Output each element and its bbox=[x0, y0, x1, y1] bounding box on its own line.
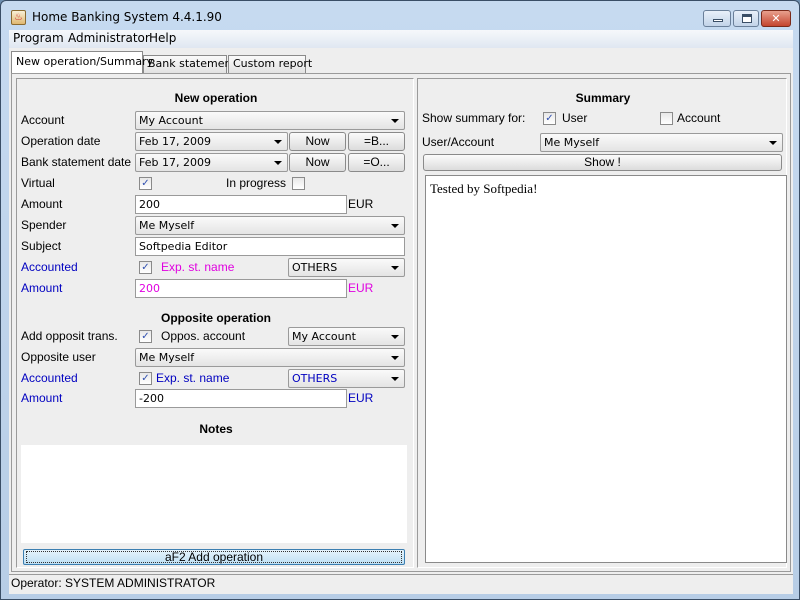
amount-input[interactable]: 200 bbox=[135, 195, 347, 214]
status-bar: Operator: SYSTEM ADMINISTRATOR bbox=[9, 574, 793, 592]
bank-statement-date-now-button[interactable]: Now bbox=[289, 153, 346, 172]
add-opposit-checkbox[interactable]: ✓ bbox=[139, 330, 152, 343]
chevron-down-icon bbox=[769, 141, 777, 145]
title-bar[interactable]: ♨ Home Banking System 4.4.1.90 ✕ bbox=[1, 1, 799, 31]
accounted-amount-label: Amount bbox=[21, 281, 63, 295]
virtual-label: Virtual bbox=[21, 176, 55, 190]
virtual-checkbox[interactable]: ✓ bbox=[139, 177, 152, 190]
app-window: ♨ Home Banking System 4.4.1.90 ✕ Program… bbox=[0, 0, 800, 600]
operation-date-label: Operation date bbox=[21, 134, 101, 148]
java-app-icon: ♨ bbox=[11, 10, 26, 25]
tab-new-operation-summary[interactable]: New operation/Summary bbox=[11, 51, 153, 73]
opposite-user-label: Opposite user bbox=[21, 350, 96, 364]
operation-date-now-button[interactable]: Now bbox=[289, 132, 346, 151]
minimize-button[interactable] bbox=[703, 10, 731, 27]
user-account-value: Me Myself bbox=[544, 136, 600, 149]
new-operation-title: New operation bbox=[174, 91, 258, 105]
opposite-amount-label: Amount bbox=[21, 391, 63, 405]
account-value: My Account bbox=[139, 114, 203, 127]
chevron-down-icon bbox=[391, 266, 399, 270]
accounted-label: Accounted bbox=[21, 260, 78, 274]
menu-administrator[interactable]: Administrator bbox=[64, 31, 154, 45]
exp-st-name-combo[interactable]: OTHERS bbox=[288, 258, 405, 277]
subject-label: Subject bbox=[21, 239, 62, 253]
accounted-amount-currency: EUR bbox=[348, 281, 374, 295]
maximize-icon bbox=[742, 14, 752, 23]
minimize-icon bbox=[713, 19, 723, 22]
show-button[interactable]: Show ! bbox=[423, 154, 782, 171]
menu-help[interactable]: Help bbox=[145, 31, 180, 45]
window-title: Home Banking System 4.4.1.90 bbox=[32, 10, 222, 24]
accounted-checkbox[interactable]: ✓ bbox=[139, 261, 152, 274]
close-button[interactable]: ✕ bbox=[761, 10, 791, 27]
chevron-down-icon bbox=[391, 119, 399, 123]
chevron-down-icon bbox=[391, 377, 399, 381]
opposite-exp-st-name-combo[interactable]: OTHERS bbox=[288, 369, 405, 388]
account-combo[interactable]: My Account bbox=[135, 111, 405, 130]
account-label: Account bbox=[21, 113, 65, 127]
spender-combo[interactable]: Me Myself bbox=[135, 216, 405, 235]
opposite-user-combo[interactable]: Me Myself bbox=[135, 348, 405, 367]
oppos-account-label: Oppos. account bbox=[161, 329, 246, 343]
oppos-account-combo[interactable]: My Account bbox=[288, 327, 405, 346]
summary-panel: Summary Show summary for: ✓ User Account… bbox=[417, 78, 787, 568]
opposite-exp-st-name-label: Exp. st. name bbox=[156, 371, 230, 385]
account-label: Account bbox=[677, 111, 721, 125]
notes-textarea[interactable] bbox=[21, 445, 407, 543]
opposite-accounted-label: Accounted bbox=[21, 371, 78, 385]
summary-output: Tested by Softpedia! bbox=[425, 175, 787, 563]
summary-title: Summary bbox=[575, 91, 631, 105]
notes-title: Notes bbox=[199, 422, 233, 436]
subject-input[interactable]: Softpedia Editor bbox=[135, 237, 405, 256]
add-opposit-label: Add opposit trans. bbox=[21, 329, 118, 343]
opposite-user-value: Me Myself bbox=[139, 351, 195, 364]
chevron-down-icon bbox=[391, 335, 399, 339]
oppos-account-value: My Account bbox=[292, 330, 356, 343]
account-checkbox[interactable] bbox=[660, 112, 673, 125]
in-progress-label: In progress bbox=[226, 176, 287, 190]
user-label: User bbox=[562, 111, 588, 125]
opposite-exp-st-name-value: OTHERS bbox=[292, 372, 338, 385]
bank-statement-date-combo[interactable]: Feb 17, 2009 bbox=[135, 153, 288, 172]
focus-ring bbox=[26, 551, 402, 563]
close-icon: ✕ bbox=[771, 12, 781, 25]
new-operation-panel: New operation Account My Account Operati… bbox=[16, 78, 414, 568]
exp-st-name-label: Exp. st. name bbox=[161, 260, 235, 274]
tab-bank-statement[interactable]: Bank statement bbox=[143, 55, 236, 73]
user-account-combo[interactable]: Me Myself bbox=[540, 133, 783, 152]
amount-currency: EUR bbox=[348, 197, 374, 211]
chevron-down-icon bbox=[391, 356, 399, 360]
menu-program[interactable]: Program bbox=[9, 31, 68, 45]
copy-bank-date-button[interactable]: =B... bbox=[348, 132, 405, 151]
opposite-amount-input[interactable]: -200 bbox=[135, 389, 347, 408]
maximize-button[interactable] bbox=[733, 10, 759, 27]
add-operation-button[interactable]: aF2 Add operation bbox=[23, 549, 405, 565]
menu-bar: Program Administrator Help bbox=[9, 30, 793, 48]
spender-label: Spender bbox=[21, 218, 67, 232]
in-progress-checkbox[interactable] bbox=[292, 177, 305, 190]
user-account-label: User/Account bbox=[422, 135, 495, 149]
bank-statement-date-label: Bank statement date bbox=[21, 155, 132, 169]
opposite-amount-currency: EUR bbox=[348, 391, 374, 405]
spender-value: Me Myself bbox=[139, 219, 195, 232]
client-area: Program Administrator Help New operation… bbox=[9, 30, 793, 594]
copy-operation-date-button[interactable]: =O... bbox=[348, 153, 405, 172]
opposite-operation-title: Opposite operation bbox=[160, 311, 271, 325]
show-summary-for-label: Show summary for: bbox=[422, 111, 526, 125]
tab-content: New operation Account My Account Operati… bbox=[11, 73, 791, 572]
chevron-down-icon bbox=[274, 140, 282, 144]
opposite-accounted-checkbox[interactable]: ✓ bbox=[139, 372, 152, 385]
operation-date-value: Feb 17, 2009 bbox=[139, 135, 211, 148]
chevron-down-icon bbox=[391, 224, 399, 228]
tab-custom-report[interactable]: Custom report bbox=[228, 55, 312, 73]
operation-date-combo[interactable]: Feb 17, 2009 bbox=[135, 132, 288, 151]
accounted-amount-input[interactable]: 200 bbox=[135, 279, 347, 298]
chevron-down-icon bbox=[274, 161, 282, 165]
exp-st-name-value: OTHERS bbox=[292, 261, 338, 274]
bank-statement-date-value: Feb 17, 2009 bbox=[139, 156, 211, 169]
user-checkbox[interactable]: ✓ bbox=[543, 112, 556, 125]
amount-label: Amount bbox=[21, 197, 63, 211]
